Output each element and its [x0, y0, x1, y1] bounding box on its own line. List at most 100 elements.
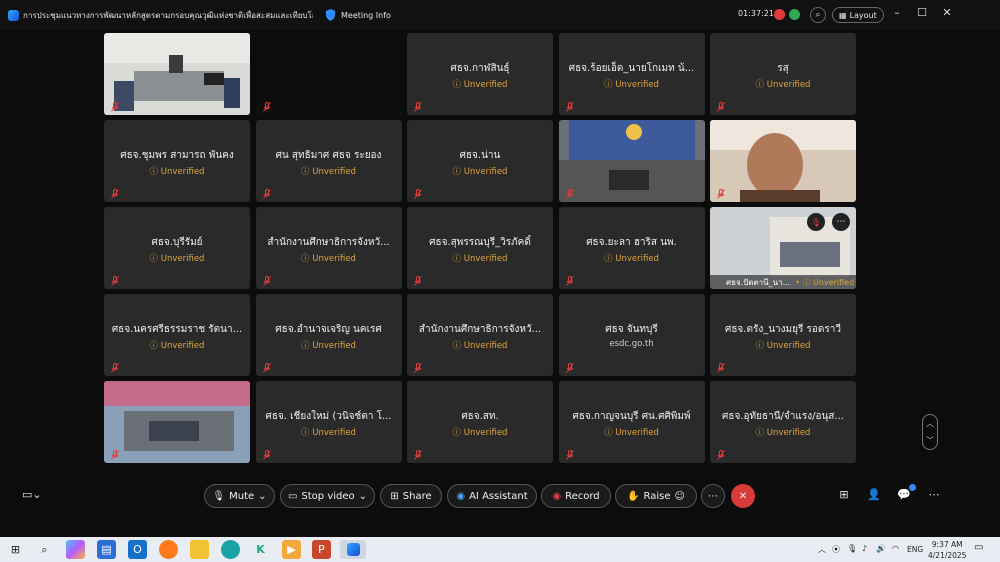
- participant-tile[interactable]: ศธจ.ยะลา ฮาริส นพ. ⓘ Unverified: [558, 207, 705, 289]
- taskbar-clock[interactable]: 9:37 AM 4/21/2025: [928, 539, 966, 561]
- reactions-icon[interactable]: ☺: [675, 491, 685, 502]
- minimize-icon[interactable]: –: [890, 6, 904, 19]
- shield-icon[interactable]: [325, 9, 336, 21]
- participant-status: ⓘ Unverified: [452, 167, 508, 177]
- tray-microphone-icon[interactable]: 🎙: [847, 544, 857, 553]
- search-icon[interactable]: ⌕: [35, 540, 54, 559]
- participant-tile[interactable]: ศธจ.สท. ⓘ Unverified: [407, 381, 553, 463]
- participants-icon[interactable]: 👤: [866, 488, 882, 501]
- participant-tile[interactable]: รสุ ⓘ Unverified: [710, 33, 856, 115]
- raise-button[interactable]: ✋ Raise ☺: [615, 484, 697, 508]
- more-panels-icon[interactable]: ⋯: [926, 488, 942, 501]
- notification-icon[interactable]: ▭: [974, 542, 983, 553]
- muted-mic-icon[interactable]: 🎙: [807, 213, 825, 231]
- clock-date: 4/21/2025: [928, 551, 967, 560]
- participant-tile[interactable]: [558, 120, 705, 202]
- page-scroll-control[interactable]: ︿ ﹀: [922, 414, 938, 450]
- media-player-icon[interactable]: ▶: [282, 540, 301, 559]
- participant-name-bar: ศธจ.ปัตตานี_นา... • ⓘ Unverified: [710, 275, 856, 289]
- copilot-icon[interactable]: [66, 540, 85, 559]
- participant-tile[interactable]: ศธจ.ร้อยเอ็ด_นายโกเมท น้... ⓘ Unverified: [558, 33, 705, 115]
- participant-tile[interactable]: ศธจ. เชียงใหม่ (วนิจช์ตา โ... ⓘ Unverifie…: [255, 381, 402, 463]
- participant-tile[interactable]: ศธจ.สุพรรณบุรี_วิรภัคดิ์ ⓘ Unverified: [407, 207, 553, 289]
- participant-tile[interactable]: ศธจ.อำนาจเจริญ นคเรศ ⓘ Unverified: [255, 294, 402, 376]
- participant-status: ⓘ Unverified: [604, 254, 659, 264]
- participant-video: [104, 381, 250, 463]
- participant-tile[interactable]: [710, 120, 856, 202]
- apps-icon[interactable]: ⊞: [836, 488, 852, 501]
- stop-video-button[interactable]: ▭ Stop video ⌄: [280, 484, 375, 508]
- participant-tile[interactable]: ศธจ.บุรีรัมย์ ⓘ Unverified: [104, 207, 250, 289]
- share-button[interactable]: ⊞ Share: [380, 484, 442, 508]
- participant-status: ⓘ Unverified: [604, 428, 659, 438]
- chevron-down-icon[interactable]: ⌄: [258, 491, 266, 502]
- chevron-down-icon[interactable]: ﹀: [926, 435, 934, 446]
- muted-mic-icon: [111, 450, 119, 460]
- volume-icon[interactable]: 🔊: [876, 544, 886, 553]
- meeting-app: การประชุมแนวทางการพัฒนาหลักสูตรตามกรอบคุ…: [0, 0, 1000, 562]
- maximize-icon[interactable]: ☐: [915, 6, 929, 19]
- participant-tile[interactable]: [104, 33, 250, 115]
- participant-name: ศธจ.ตรัง_นางมยุรี รอดราวี: [724, 324, 842, 335]
- participant-tile[interactable]: [255, 33, 402, 115]
- chevron-up-icon[interactable]: ︿: [926, 418, 934, 429]
- store-icon[interactable]: ▤: [97, 540, 116, 559]
- participant-name: สำนักงานศึกษาธิการจังหวั...: [418, 324, 542, 335]
- layout-button[interactable]: ▦ Layout: [832, 7, 884, 23]
- outlook-icon[interactable]: O: [128, 540, 147, 559]
- tray-app-icon[interactable]: ⦿: [832, 544, 840, 555]
- language-indicator[interactable]: ENG: [907, 545, 923, 554]
- edge-icon[interactable]: [221, 540, 240, 559]
- mute-button[interactable]: 🎙 Mute ⌄: [204, 484, 275, 508]
- participant-status: ⓘ Unverified: [149, 254, 205, 264]
- clock-time: 9:37 AM: [931, 540, 963, 549]
- k-app-icon[interactable]: K: [251, 540, 270, 559]
- participant-tile[interactable]: ศธจ.ปัตตานี_นา... • ⓘ Unverified 🎙 ⋯: [710, 207, 856, 289]
- tile-more-icon[interactable]: ⋯: [832, 213, 850, 231]
- close-icon[interactable]: ✕: [940, 6, 954, 19]
- layout-grid-icon: ▦: [839, 10, 847, 20]
- captions-icon[interactable]: ▭⌄: [22, 488, 42, 501]
- participant-tile[interactable]: ศธจ.ชุมพร สามารถ พันคง ⓘ Unverified: [104, 120, 250, 202]
- meeting-info-button[interactable]: Meeting Info: [341, 11, 391, 20]
- camera-icon: ▭: [287, 490, 298, 502]
- windows-start-icon[interactable]: ⊞: [6, 540, 25, 559]
- participant-tile[interactable]: ศธจ.น่าน ⓘ Unverified: [407, 120, 553, 202]
- muted-mic-icon: [111, 276, 119, 286]
- participant-tile[interactable]: ศธจ.อุทัยธานี/จำแรง/อนุส... ⓘ Unverified: [710, 381, 856, 463]
- ai-assistant-button[interactable]: ◉ AI Assistant: [447, 484, 537, 508]
- participant-tile[interactable]: ศธจ.นครศรีธรรมราช รัตนา... ⓘ Unverified: [104, 294, 250, 376]
- tray-chevron-up-icon[interactable]: ︿: [818, 544, 826, 555]
- file-explorer-icon[interactable]: [190, 540, 209, 559]
- muted-mic-icon: [717, 189, 725, 199]
- participant-name: ศธจ.ยะลา ฮาริส นพ.: [586, 237, 677, 248]
- participant-status: ⓘ Unverified: [452, 341, 508, 351]
- chevron-down-icon[interactable]: ⌄: [359, 491, 367, 502]
- webex-taskbar-icon[interactable]: [340, 540, 366, 559]
- participant-video: [255, 33, 402, 115]
- more-options-icon[interactable]: ⋯: [701, 484, 725, 508]
- firefox-icon[interactable]: [159, 540, 178, 559]
- webex-logo-icon: [8, 9, 19, 21]
- record-icon: ◉: [552, 490, 562, 502]
- participant-tile[interactable]: ศธจ.กาฬสินธุ์ ⓘ Unverified: [407, 33, 553, 115]
- participant-tile[interactable]: ศธจ.กาญจนบุรี ศน.ศศิพิมพ์ ⓘ Unverified: [558, 381, 705, 463]
- participant-tile[interactable]: ศน สุทธิมาศ ศธจ ระยอง ⓘ Unverified: [255, 120, 402, 202]
- end-call-icon[interactable]: ✕: [731, 484, 755, 508]
- record-button[interactable]: ◉ Record: [541, 484, 611, 508]
- participant-status: ⓘ Unverified: [755, 428, 811, 438]
- muted-mic-icon: [414, 450, 422, 460]
- muted-mic-icon: [111, 189, 119, 199]
- powerpoint-icon[interactable]: P: [312, 540, 331, 559]
- zoom-icon[interactable]: ⌕: [810, 7, 826, 23]
- record-label: Record: [565, 490, 600, 502]
- muted-mic-icon: [414, 363, 422, 373]
- participant-tile[interactable]: สำนักงานศึกษาธิการจังหวั... ⓘ Unverified: [255, 207, 402, 289]
- wifi-icon[interactable]: ◠: [892, 544, 899, 553]
- tray-speaker-icon[interactable]: ♪: [862, 544, 867, 553]
- participant-tile[interactable]: [104, 381, 250, 463]
- muted-mic-icon: [111, 102, 119, 112]
- participant-tile[interactable]: ศธจ.ตรัง_นางมยุรี รอดราวี ⓘ Unverified: [710, 294, 856, 376]
- participant-tile[interactable]: สำนักงานศึกษาธิการจังหวั... ⓘ Unverified: [407, 294, 553, 376]
- participant-tile[interactable]: ศธจ จันทบุรี esdc.go.th: [558, 294, 705, 376]
